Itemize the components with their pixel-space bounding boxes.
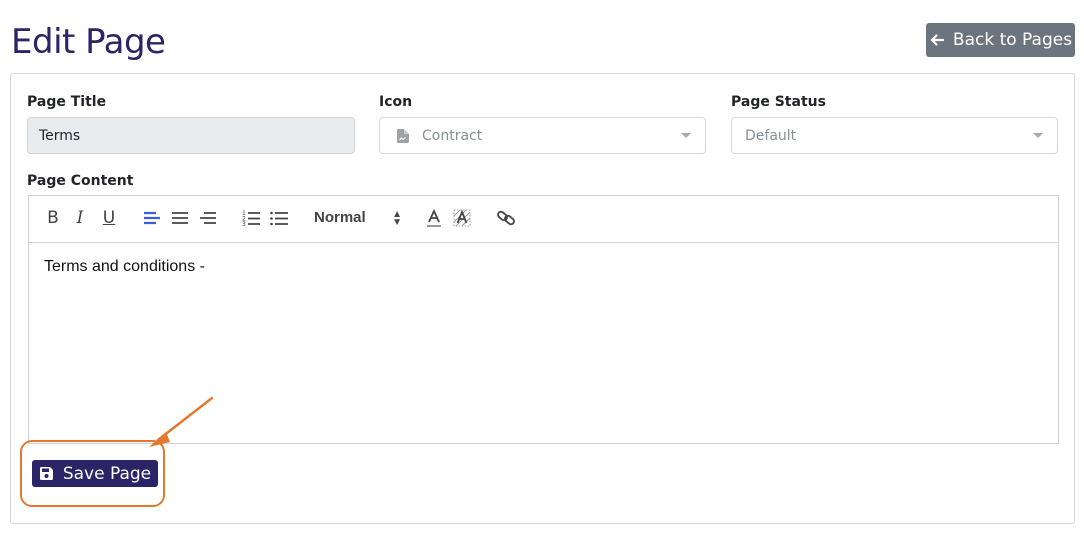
icon-select[interactable]: Contract	[379, 117, 706, 154]
save-icon	[39, 467, 53, 480]
header-format-value: Normal	[314, 209, 366, 226]
text-color-button[interactable]	[424, 208, 444, 228]
back-to-pages-button[interactable]: Back to Pages	[926, 23, 1075, 57]
file-contract-icon	[397, 128, 409, 143]
italic-icon: I	[76, 208, 84, 228]
chevron-down-icon	[681, 133, 691, 138]
editor-content[interactable]: Terms and conditions -	[44, 258, 205, 276]
bold-button[interactable]: B	[43, 208, 63, 228]
page-status-value: Default	[745, 127, 797, 144]
align-center-icon	[172, 212, 188, 224]
page-title-field[interactable]: Terms	[27, 117, 355, 154]
underline-icon: U	[102, 208, 116, 228]
align-center-button[interactable]	[170, 208, 190, 228]
align-right-button[interactable]	[198, 208, 218, 228]
background-color-button[interactable]	[452, 208, 472, 228]
chevron-down-icon	[1033, 133, 1043, 138]
arrow-left-icon	[930, 34, 945, 46]
insert-link-button[interactable]	[496, 208, 516, 228]
page-status-label: Page Status	[731, 94, 826, 110]
svg-text:3: 3	[242, 221, 246, 228]
rich-text-editor: B I U 1 2 3 Normal ▲ ▼ Terms and conditi…	[28, 195, 1059, 444]
page-status-select[interactable]: Default	[731, 117, 1058, 154]
align-left-icon	[144, 211, 160, 225]
edit-page-card: Page Title Terms Icon Contract Page Stat…	[10, 73, 1075, 524]
align-right-icon	[200, 212, 216, 224]
text-color-icon	[427, 208, 441, 227]
page-title-value: Terms	[39, 127, 81, 144]
ordered-list-icon: 1 2 3	[242, 210, 260, 228]
header-format-select[interactable]: Normal ▲ ▼	[314, 209, 402, 231]
ordered-list-button[interactable]: 1 2 3	[241, 208, 261, 228]
align-left-button[interactable]	[142, 208, 162, 228]
bullet-list-icon	[270, 211, 288, 226]
page-title-label: Page Title	[27, 94, 107, 110]
icon-select-value: Contract	[422, 127, 483, 144]
page-content-label: Page Content	[27, 173, 134, 189]
bullet-list-button[interactable]	[269, 208, 289, 228]
bold-icon: B	[47, 208, 59, 228]
underline-button[interactable]: U	[99, 208, 119, 228]
select-arrows-icon: ▲ ▼	[392, 209, 402, 228]
page-title: Edit Page	[11, 22, 166, 62]
back-to-pages-label: Back to Pages	[952, 30, 1073, 50]
save-page-button[interactable]: Save Page	[32, 460, 158, 487]
link-icon	[497, 210, 515, 226]
italic-button[interactable]: I	[70, 208, 90, 228]
background-color-icon	[453, 209, 471, 227]
editor-toolbar: B I U 1 2 3 Normal ▲ ▼	[29, 196, 1058, 243]
save-page-label: Save Page	[62, 463, 152, 484]
icon-label: Icon	[379, 94, 413, 110]
